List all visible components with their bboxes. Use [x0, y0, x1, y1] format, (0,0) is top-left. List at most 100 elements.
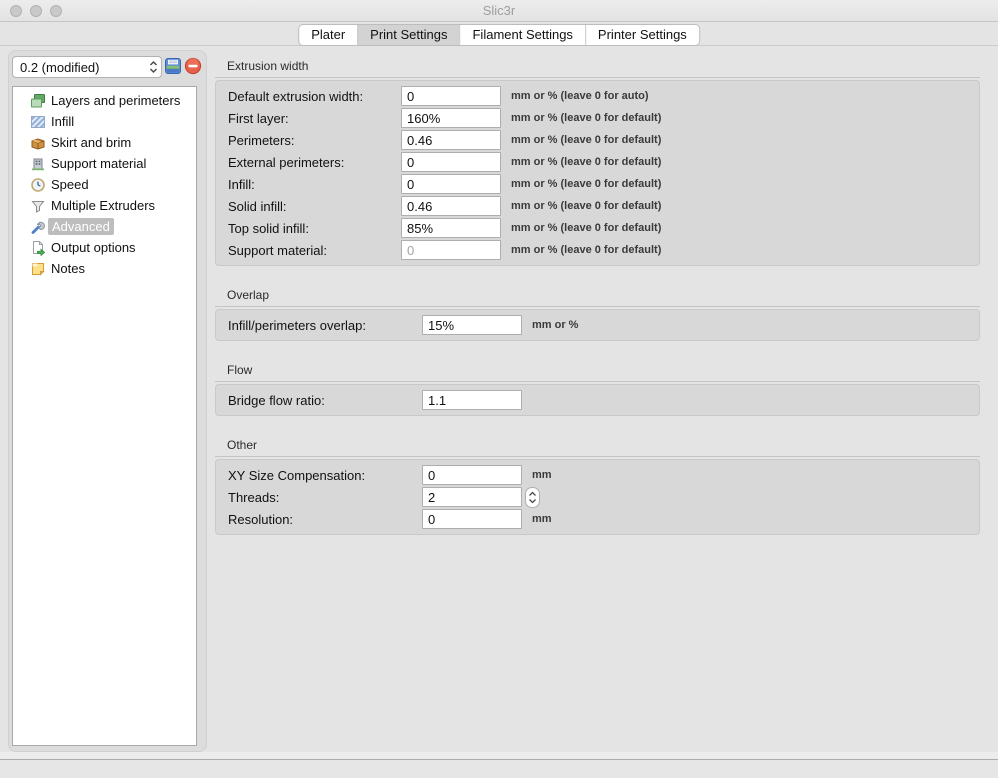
setting-row: First layer: mm or % (leave 0 for defaul…	[216, 107, 979, 129]
input-threads[interactable]	[422, 487, 522, 507]
preset-row: 0.2 (modified)	[12, 56, 202, 78]
tab-filament-settings[interactable]: Filament Settings	[459, 25, 584, 45]
tab-print-settings[interactable]: Print Settings	[357, 25, 459, 45]
setting-label: Infill/perimeters overlap:	[228, 318, 422, 333]
setting-label: Solid infill:	[228, 199, 401, 214]
settings-tree: Layers and perimeters Infill Skirt and b…	[12, 86, 197, 746]
page-go-icon	[30, 240, 46, 256]
dropdown-stepper-icon	[148, 59, 161, 75]
sidebar: 0.2 (modified) Layers and perimeters Inf…	[8, 50, 207, 752]
input-external-perimeters[interactable]	[401, 152, 501, 172]
section-title: Overlap	[215, 289, 980, 307]
setting-label: Threads:	[228, 490, 422, 505]
input-infill-perimeters-overlap[interactable]	[422, 315, 522, 335]
note-icon	[30, 261, 46, 277]
setting-row: Threads:	[216, 486, 979, 508]
window-title: Slic3r	[0, 0, 998, 21]
app-window: Slic3r PlaterPrint SettingsFilament Sett…	[0, 0, 998, 778]
input-perimeters[interactable]	[401, 130, 501, 150]
setting-row: Top solid infill: mm or % (leave 0 for d…	[216, 217, 979, 239]
building-icon	[30, 156, 46, 172]
tab-plater[interactable]: Plater	[299, 25, 357, 45]
sidebar-item-skirt-and-brim[interactable]: Skirt and brim	[13, 132, 196, 153]
sidebar-item-output-options[interactable]: Output options	[13, 237, 196, 258]
input-first-layer[interactable]	[401, 108, 501, 128]
setting-unit: mm or % (leave 0 for default)	[511, 134, 661, 146]
sidebar-item-speed[interactable]: Speed	[13, 174, 196, 195]
sidebar-item-multiple-extruders[interactable]: Multiple Extruders	[13, 195, 196, 216]
setting-label: Resolution:	[228, 512, 422, 527]
setting-unit: mm or % (leave 0 for default)	[511, 244, 661, 256]
setting-unit: mm	[532, 469, 552, 481]
close-button[interactable]	[10, 5, 22, 17]
infill-hatch-icon	[30, 114, 46, 130]
setting-unit: mm	[532, 513, 552, 525]
sidebar-item-notes[interactable]: Notes	[13, 258, 196, 279]
setting-unit: mm or %	[532, 319, 578, 331]
tab-bar: PlaterPrint SettingsFilament SettingsPri…	[298, 24, 700, 46]
input-resolution[interactable]	[422, 509, 522, 529]
setting-unit: mm or % (leave 0 for default)	[511, 156, 661, 168]
setting-label: Infill:	[228, 177, 401, 192]
input-bridge-flow-ratio[interactable]	[422, 390, 522, 410]
sidebar-item-support-material[interactable]: Support material	[13, 153, 196, 174]
section-flow: Flow Bridge flow ratio:	[215, 364, 980, 416]
setting-unit: mm or % (leave 0 for default)	[511, 200, 661, 212]
setting-label: Default extrusion width:	[228, 89, 401, 104]
setting-row: XY Size Compensation: mm	[216, 464, 979, 486]
section-title: Other	[215, 439, 980, 457]
setting-row: Perimeters: mm or % (leave 0 for default…	[216, 129, 979, 151]
titlebar: Slic3r	[0, 0, 998, 22]
sidebar-item-advanced[interactable]: Advanced	[13, 216, 196, 237]
input-xy-size-compensation[interactable]	[422, 465, 522, 485]
funnel-icon	[30, 198, 46, 214]
save-preset-button[interactable]	[163, 58, 182, 77]
setting-row: External perimeters: mm or % (leave 0 fo…	[216, 151, 979, 173]
minimize-button[interactable]	[30, 5, 42, 17]
box-icon	[30, 135, 46, 151]
input-solid-infill[interactable]	[401, 196, 501, 216]
setting-row: Solid infill: mm or % (leave 0 for defau…	[216, 195, 979, 217]
section-title: Flow	[215, 364, 980, 382]
setting-row: Support material: mm or % (leave 0 for d…	[216, 239, 979, 261]
preset-dropdown[interactable]: 0.2 (modified)	[12, 56, 162, 78]
sidebar-item-layers-and-perimeters[interactable]: Layers and perimeters	[13, 90, 196, 111]
setting-label: XY Size Compensation:	[228, 468, 422, 483]
section-other: Other XY Size Compensation: mm Threads: …	[215, 439, 980, 535]
wrench-icon	[30, 219, 46, 235]
setting-unit: mm or % (leave 0 for default)	[511, 112, 661, 124]
tab-printer-settings[interactable]: Printer Settings	[585, 25, 699, 45]
section-box: Bridge flow ratio:	[215, 384, 980, 416]
section-title: Extrusion width	[215, 60, 980, 78]
traffic-lights	[10, 5, 62, 17]
zoom-button[interactable]	[50, 5, 62, 17]
setting-label: Support material:	[228, 243, 401, 258]
setting-row: Infill: mm or % (leave 0 for default)	[216, 173, 979, 195]
floppy-disk-icon	[164, 57, 182, 78]
preset-value: 0.2 (modified)	[20, 60, 148, 75]
spin-control[interactable]	[525, 487, 540, 508]
bottom-strip	[0, 752, 998, 759]
setting-unit: mm or % (leave 0 for auto)	[511, 90, 649, 102]
input-support-material[interactable]	[401, 240, 501, 260]
setting-label: Bridge flow ratio:	[228, 393, 422, 408]
setting-row: Resolution: mm	[216, 508, 979, 530]
input-infill[interactable]	[401, 174, 501, 194]
input-default-extrusion-width[interactable]	[401, 86, 501, 106]
delete-preset-button[interactable]	[183, 58, 202, 77]
section-extrusion-width: Extrusion width Default extrusion width:…	[215, 60, 980, 266]
layers-icon	[30, 93, 46, 109]
setting-unit: mm or % (leave 0 for default)	[511, 178, 661, 190]
input-top-solid-infill[interactable]	[401, 218, 501, 238]
section-box: Infill/perimeters overlap: mm or %	[215, 309, 980, 341]
section-box: Default extrusion width: mm or % (leave …	[215, 80, 980, 266]
setting-label: First layer:	[228, 111, 401, 126]
setting-row: Default extrusion width: mm or % (leave …	[216, 85, 979, 107]
sidebar-item-infill[interactable]: Infill	[13, 111, 196, 132]
setting-unit: mm or % (leave 0 for default)	[511, 222, 661, 234]
clock-icon	[30, 177, 46, 193]
section-overlap: Overlap Infill/perimeters overlap: mm or…	[215, 289, 980, 341]
red-minus-circle-icon	[184, 57, 202, 78]
setting-row: Bridge flow ratio:	[216, 389, 979, 411]
setting-row: Infill/perimeters overlap: mm or %	[216, 314, 979, 336]
